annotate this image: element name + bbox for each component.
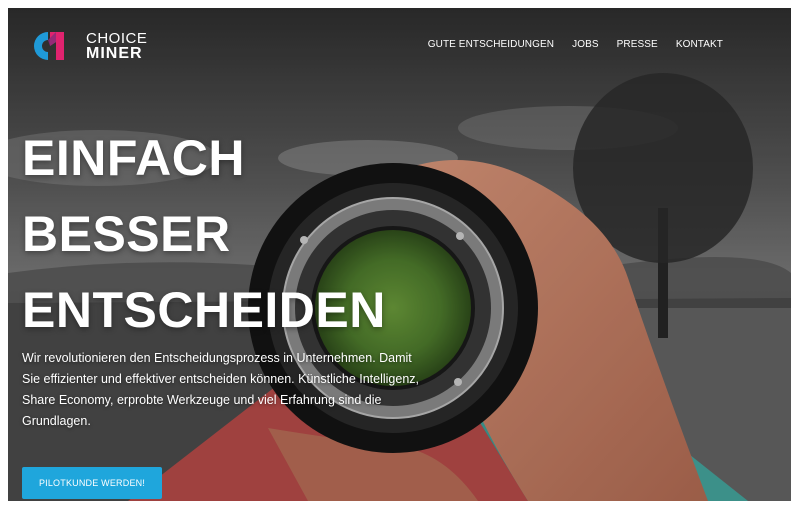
logo-text-choice: CHOICE <box>86 30 148 47</box>
main-navigation: GUTE ENTSCHEIDUNGEN JOBS PRESSE KONTAKT <box>428 39 723 50</box>
hero-intro-text: Wir revolutionieren den Entscheidungspro… <box>22 351 420 428</box>
logo-wordmark: CHOICE MINER <box>86 30 148 62</box>
nav-link-gute-entscheidungen[interactable]: GUTE ENTSCHEIDUNGEN <box>428 39 554 50</box>
site-header: CHOICE MINER GUTE ENTSCHEIDUNGEN JOBS PR… <box>8 8 791 88</box>
headline-line-3: ENTSCHEIDEN <box>22 282 386 338</box>
nav-link-kontakt[interactable]: KONTAKT <box>676 39 723 50</box>
page-frame: CHOICE MINER GUTE ENTSCHEIDUNGEN JOBS PR… <box>8 8 791 501</box>
logo-mark-icon <box>34 32 64 60</box>
hero-headline: EINFACH BESSER ENTSCHEIDEN <box>22 120 386 348</box>
pilotkunde-werden-button[interactable]: PILOTKUNDE WERDEN! <box>22 467 162 499</box>
nav-link-jobs[interactable]: JOBS <box>572 39 599 50</box>
nav-link-presse[interactable]: PRESSE <box>617 39 658 50</box>
choice-miner-logo[interactable]: CHOICE MINER <box>28 28 147 64</box>
headline-line-1: EINFACH <box>22 130 245 186</box>
logo-text-miner: MINER <box>86 45 143 62</box>
headline-line-2: BESSER <box>22 206 231 262</box>
